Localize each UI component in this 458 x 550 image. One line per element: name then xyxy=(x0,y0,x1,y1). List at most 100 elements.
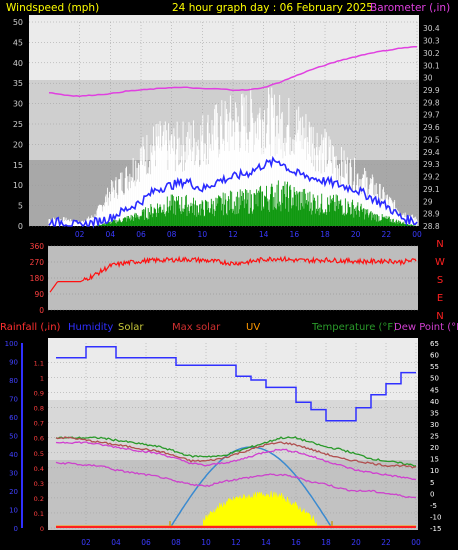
temperature-y-tick-label: 0 xyxy=(430,490,434,498)
legend-dew-point: Dew Point (°F) xyxy=(394,322,458,333)
wind-x-tick-label: 06 xyxy=(136,230,146,239)
rain-y-tick-label: 1.1 xyxy=(34,360,44,368)
wind-y-tick-label: 5 xyxy=(18,202,23,211)
weather-chart: 0510152025303540455028.828.92929.129.229… xyxy=(0,2,458,547)
barometer-y-tick-label: 29.3 xyxy=(423,160,440,169)
rain-y-tick-label: 0.7 xyxy=(34,420,44,428)
temp-x-tick-label: 00 xyxy=(411,538,421,547)
wind-x-tick-label: 20 xyxy=(351,230,361,239)
temp-x-tick-label: 20 xyxy=(351,538,361,547)
rain-y-tick-label: 0.2 xyxy=(34,495,44,503)
wind-x-tick-label: 10 xyxy=(198,230,208,239)
temperature-y-tick-label: 5 xyxy=(430,479,434,487)
rain-y-tick-label: 0.5 xyxy=(34,450,44,458)
legend-rainfall: Rainfall (,in) xyxy=(0,322,61,333)
rain-y-tick-label: 0.6 xyxy=(34,435,44,443)
humidity-y-tick-label: 90 xyxy=(9,359,18,367)
legend-uv: UV xyxy=(246,322,260,333)
temperature-y-tick-label: 30 xyxy=(430,421,439,429)
temp-x-tick-label: 04 xyxy=(111,538,121,547)
temp-x-tick-label: 14 xyxy=(261,538,271,547)
temperature-y-tick-label: -5 xyxy=(430,502,437,510)
temperature-y-tick-label: 40 xyxy=(430,398,439,406)
compass-label: E xyxy=(437,293,443,304)
barometer-y-tick-label: 29.2 xyxy=(423,173,440,182)
compass-label: S xyxy=(437,275,443,286)
temp-x-tick-label: 08 xyxy=(171,538,181,547)
temp-x-tick-label: 16 xyxy=(291,538,301,547)
humidity-y-tick-label: 40 xyxy=(9,451,18,459)
compass-label: W xyxy=(435,257,445,268)
wind-y-tick-label: 20 xyxy=(13,140,23,149)
humidity-y-tick-label: 20 xyxy=(9,488,18,496)
barometer-y-tick-label: 29.5 xyxy=(423,135,440,144)
temperature-y-tick-label: 55 xyxy=(430,363,439,371)
wind-x-tick-label: 16 xyxy=(290,230,300,239)
wind-x-tick-label: 08 xyxy=(167,230,177,239)
direction-y-tick-label: 270 xyxy=(30,258,45,267)
rain-y-tick-label: 1 xyxy=(40,375,44,383)
barometer-y-tick-label: 29 xyxy=(423,197,433,206)
direction-y-tick-label: 0 xyxy=(39,306,44,315)
temperature-y-tick-label: 35 xyxy=(430,409,439,417)
barometer-y-tick-label: 29.1 xyxy=(423,185,440,194)
temp-x-tick-label: 06 xyxy=(141,538,151,547)
barometer-y-tick-label: 29.9 xyxy=(423,86,440,95)
temperature-y-tick-label: 25 xyxy=(430,433,439,441)
temperature-y-tick-label: -10 xyxy=(430,513,441,521)
compass-label: N xyxy=(436,311,443,322)
humidity-y-tick-label: 50 xyxy=(9,433,18,441)
humidity-y-tick-label: 100 xyxy=(5,340,18,348)
wind-y-tick-label: 50 xyxy=(13,18,23,27)
barometer-y-tick-label: 30.1 xyxy=(423,61,440,70)
wind-x-tick-label: 14 xyxy=(259,230,269,239)
temperature-y-tick-label: 45 xyxy=(430,386,439,394)
legend-temperature: Temperature (°F) xyxy=(311,322,397,333)
wind-x-tick-label: 12 xyxy=(228,230,238,239)
barometer-y-tick-label: 29.8 xyxy=(423,98,440,107)
temp-x-tick-label: 18 xyxy=(321,538,331,547)
wind-axis-title: Windspeed (mph) xyxy=(6,2,99,14)
barometer-y-tick-label: 28.9 xyxy=(423,210,440,219)
barometer-y-tick-label: 30 xyxy=(423,74,433,83)
humidity-y-tick-label: 70 xyxy=(9,396,18,404)
barometer-y-tick-label: 30.2 xyxy=(423,49,440,58)
rain-y-tick-label: 0.4 xyxy=(34,465,44,473)
temp-x-tick-label: 22 xyxy=(381,538,391,547)
humidity-y-tick-label: 30 xyxy=(9,470,18,478)
direction-panel-bg xyxy=(48,246,418,310)
humidity-y-tick-label: 60 xyxy=(9,414,18,422)
wind-y-tick-label: 10 xyxy=(13,181,23,190)
barometer-y-tick-label: 30.4 xyxy=(423,24,440,33)
barometer-y-tick-label: 29.7 xyxy=(423,111,440,120)
barometer-axis-title: Barometer (,in) xyxy=(370,2,450,14)
direction-y-tick-label: 360 xyxy=(30,242,45,251)
barometer-y-tick-label: 29.4 xyxy=(423,148,440,157)
legend-humidity: Humidity xyxy=(68,322,113,333)
humidity-y-tick-label: 80 xyxy=(9,377,18,385)
wind-y-tick-label: 0 xyxy=(18,222,23,231)
temp-x-tick-label: 10 xyxy=(201,538,211,547)
barometer-y-tick-label: 30.3 xyxy=(423,37,440,46)
humidity-y-tick-label: 0 xyxy=(14,525,18,533)
wind-y-tick-label: 35 xyxy=(13,79,23,88)
rain-y-tick-label: 0.8 xyxy=(34,405,44,413)
wind-x-tick-label: 18 xyxy=(320,230,330,239)
wind-x-tick-label: 00 xyxy=(412,230,422,239)
direction-y-tick-label: 90 xyxy=(34,290,44,299)
rain-y-tick-label: 0.3 xyxy=(34,480,44,488)
temperature-y-tick-label: 50 xyxy=(430,375,439,383)
wind-x-tick-label: 02 xyxy=(75,230,85,239)
humidity-y-tick-label: 10 xyxy=(9,507,18,515)
wind-x-tick-label: 22 xyxy=(382,230,392,239)
temperature-y-tick-label: -15 xyxy=(430,525,441,533)
legend-solar: Solar xyxy=(118,322,144,333)
rain-y-tick-label: 0.9 xyxy=(34,390,44,398)
temp-x-tick-label: 12 xyxy=(231,538,241,547)
wind-y-tick-label: 15 xyxy=(13,161,23,170)
rain-y-tick-label: 0 xyxy=(40,525,44,533)
temperature-y-tick-label: 10 xyxy=(430,467,439,475)
chart-date-title: 24 hour graph day : 06 February 2025 xyxy=(172,2,373,14)
direction-y-tick-label: 180 xyxy=(30,274,45,283)
temperature-y-tick-label: 60 xyxy=(430,352,439,360)
